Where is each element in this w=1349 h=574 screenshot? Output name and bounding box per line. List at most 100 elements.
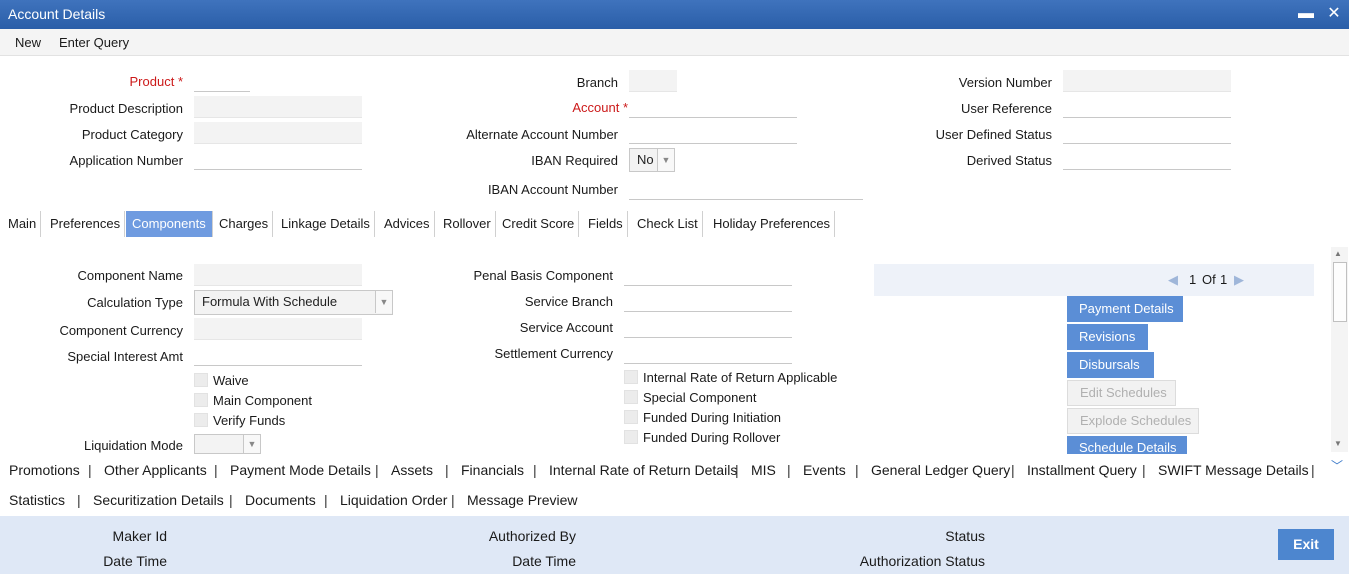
link-installment-query[interactable]: Installment Query [1027,462,1137,478]
penal-basis-field[interactable] [624,264,792,286]
penal-basis-label: Penal Basis Component [473,268,613,283]
schedule-details-button[interactable]: Schedule Details [1067,436,1187,454]
scroll-up-icon[interactable]: ▲ [1334,249,1342,258]
link-separator: | [324,492,328,508]
alternate-account-field[interactable] [629,122,797,144]
derived-status-field[interactable] [1063,148,1231,170]
link-separator: | [451,492,455,508]
product-category-field [194,122,362,144]
tab-main[interactable]: Main [4,211,42,237]
enter-query-menu-item[interactable]: Enter Query [59,35,129,50]
link-assets[interactable]: Assets [391,462,433,478]
link-financials[interactable]: Financials [461,462,524,478]
minimize-icon[interactable]: ▬ [1296,4,1316,24]
chevron-down-icon: ▼ [657,149,674,171]
irr-applicable-checkbox[interactable] [624,370,638,384]
link-separator: | [1142,462,1146,478]
branch-field [629,70,677,92]
account-field[interactable] [629,96,797,118]
audit-footer: Maker Id Date Time Authorized By Date Ti… [0,516,1349,574]
tab-credit-score[interactable]: Credit Score [498,211,580,237]
user-reference-field[interactable] [1063,96,1231,118]
scroll-down-icon[interactable]: ▼ [1334,439,1342,448]
verify-funds-label: Verify Funds [213,413,286,428]
link-events[interactable]: Events [803,462,846,478]
tab-advices[interactable]: Advices [380,211,435,237]
link-irr-details[interactable]: Internal Rate of Return Details [549,462,737,478]
tab-preferences[interactable]: Preferences [46,211,126,237]
tab-components[interactable]: Components [126,211,213,237]
funded-initiation-checkbox[interactable] [624,410,638,424]
close-icon[interactable]: ✕ [1324,4,1344,24]
calculation-type-select[interactable]: Formula With Schedule ▼ [194,290,393,315]
liquidation-mode-label: Liquidation Mode [83,438,183,453]
main-component-checkbox[interactable] [194,393,208,407]
expand-links-icon[interactable]: ﹀ [1331,457,1343,474]
special-component-checkbox[interactable] [624,390,638,404]
product-field[interactable] [194,70,250,92]
service-account-field[interactable] [624,316,792,338]
settlement-currency-field[interactable] [624,342,792,364]
exit-button[interactable]: Exit [1278,529,1334,560]
revisions-button[interactable]: Revisions [1067,324,1148,350]
account-label: Account * [572,100,628,115]
service-account-label: Service Account [519,320,613,335]
verify-funds-checkbox[interactable] [194,413,208,427]
link-swift-message-details[interactable]: SWIFT Message Details [1158,462,1309,478]
new-menu-item[interactable]: New [15,35,41,50]
product-description-field [194,96,362,118]
special-interest-field[interactable] [194,344,362,366]
alternate-account-label: Alternate Account Number [466,127,618,142]
previous-page-icon[interactable]: ◀ [1168,272,1178,288]
link-separator: | [375,462,379,478]
vertical-scrollbar[interactable]: ▲ ▼ [1331,247,1348,452]
derived-status-label: Derived Status [966,153,1052,168]
status-label: Status [945,528,985,544]
service-branch-label: Service Branch [524,294,613,309]
link-payment-mode-details[interactable]: Payment Mode Details [230,462,371,478]
user-defined-status-field[interactable] [1063,122,1231,144]
link-documents[interactable]: Documents [245,492,316,508]
application-number-field[interactable] [194,148,362,170]
calculation-type-label: Calculation Type [87,295,183,310]
link-separator: | [1011,462,1015,478]
waive-checkbox[interactable] [194,373,208,387]
next-page-icon[interactable]: ▶ [1234,272,1244,288]
explode-schedules-button[interactable]: Explode Schedules [1067,408,1199,434]
tab-charges[interactable]: Charges [215,211,274,237]
link-separator: | [735,462,739,478]
product-label: Product * [129,74,184,89]
funded-initiation-label: Funded During Initiation [643,410,782,425]
funded-rollover-checkbox[interactable] [624,430,638,444]
link-promotions[interactable]: Promotions [9,462,80,478]
authorization-status-label: Authorization Status [859,553,985,569]
link-liquidation-order[interactable]: Liquidation Order [340,492,447,508]
iban-required-value: No [637,152,654,167]
iban-account-label: IBAN Account Number [487,182,618,197]
disbursals-button[interactable]: Disbursals [1067,352,1154,378]
chevron-down-icon: ▼ [243,435,260,453]
link-message-preview[interactable]: Message Preview [467,492,578,508]
link-statistics[interactable]: Statistics [9,492,65,508]
link-securitization-details[interactable]: Securitization Details [93,492,224,508]
service-branch-field[interactable] [624,290,792,312]
tab-fields[interactable]: Fields [584,211,628,237]
liquidation-mode-select[interactable]: ▼ [194,434,261,454]
payment-details-button[interactable]: Payment Details [1067,296,1183,322]
special-component-label: Special Component [643,390,757,405]
link-other-applicants[interactable]: Other Applicants [104,462,207,478]
iban-account-field[interactable] [629,178,863,200]
scroll-thumb[interactable] [1333,262,1347,322]
link-general-ledger-query[interactable]: General Ledger Query [871,462,1010,478]
tab-rollover[interactable]: Rollover [439,211,496,237]
link-separator: | [533,462,537,478]
tab-linkage-details[interactable]: Linkage Details [277,211,375,237]
tab-check-list[interactable]: Check List [633,211,703,237]
tab-holiday-preferences[interactable]: Holiday Preferences [709,211,836,237]
pager-current: 1 [1189,272,1197,287]
edit-schedules-button[interactable]: Edit Schedules [1067,380,1176,406]
branch-label: Branch [576,75,618,90]
link-mis[interactable]: MIS [751,462,776,478]
iban-required-select[interactable]: No ▼ [629,148,675,172]
component-currency-label: Component Currency [59,323,183,338]
